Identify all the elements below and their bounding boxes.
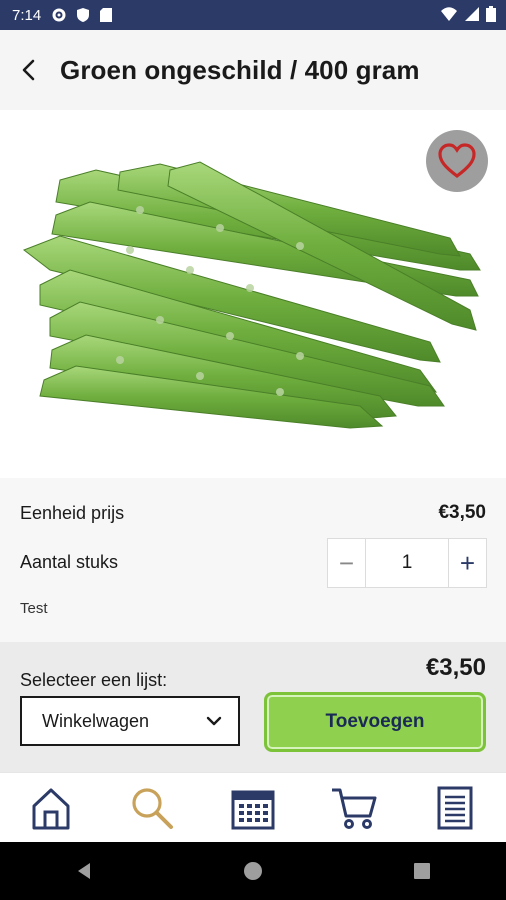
status-time: 7:14 <box>12 6 42 24</box>
status-bar: 7:14 <box>0 0 506 30</box>
status-left-icons <box>51 7 113 23</box>
select-list-label: Selecteer een lijst: <box>20 670 168 690</box>
system-home-icon[interactable] <box>243 861 263 881</box>
increase-button[interactable]: + <box>448 539 486 587</box>
add-button[interactable]: Toevoegen <box>264 692 486 752</box>
nav-cart[interactable] <box>324 778 384 838</box>
product-image <box>0 110 506 478</box>
signal-icon <box>465 7 479 21</box>
system-navigation-bar <box>0 842 506 900</box>
cart-icon <box>332 788 377 829</box>
quantity-stepper: − 1 + <box>327 538 487 588</box>
system-back-icon[interactable] <box>74 861 94 881</box>
wifi-icon <box>441 7 457 21</box>
list-select[interactable]: Winkelwagen <box>20 696 240 746</box>
unit-price-row: Eenheid prijs €3,50 <box>20 502 486 524</box>
favorite-button[interactable] <box>426 130 488 192</box>
calendar-icon <box>231 790 275 830</box>
system-recents-icon[interactable] <box>412 861 432 881</box>
nav-calendar[interactable] <box>223 778 283 838</box>
page-title: Groen ongeschild / 400 gram <box>60 54 420 85</box>
quantity-value[interactable]: 1 <box>366 539 448 587</box>
status-right-icons <box>440 6 496 22</box>
heart-icon <box>438 143 476 179</box>
sim-icon <box>100 8 113 22</box>
unit-price-value: €3,50 <box>438 502 486 523</box>
add-button-label: Toevoegen <box>325 711 425 732</box>
bottom-navigation <box>0 772 506 843</box>
back-arrow-icon <box>22 59 35 81</box>
settings-icon <box>52 8 66 22</box>
product-note: Test <box>20 600 48 617</box>
decrease-button[interactable]: − <box>328 539 366 587</box>
nav-home[interactable] <box>21 778 81 838</box>
back-button[interactable] <box>4 45 54 95</box>
home-icon <box>32 788 70 830</box>
quantity-label: Aantal stuks <box>20 552 119 572</box>
shield-icon <box>77 8 90 22</box>
product-details: Eenheid prijs €3,50 Aantal stuks − 1 + T… <box>0 478 506 642</box>
list-select-value: Winkelwagen <box>42 710 150 731</box>
list-icon <box>437 786 473 830</box>
app-bar: Groen ongeschild / 400 gram <box>0 30 506 110</box>
nav-list[interactable] <box>425 778 485 838</box>
battery-icon <box>486 6 496 22</box>
action-panel: €3,50 Selecteer een lijst: Winkelwagen T… <box>0 642 506 772</box>
nav-search[interactable] <box>122 778 182 838</box>
total-price: €3,50 <box>425 654 486 681</box>
unit-price-label: Eenheid prijs <box>20 502 125 523</box>
chevron-down-icon <box>206 716 222 726</box>
search-icon <box>132 788 173 829</box>
